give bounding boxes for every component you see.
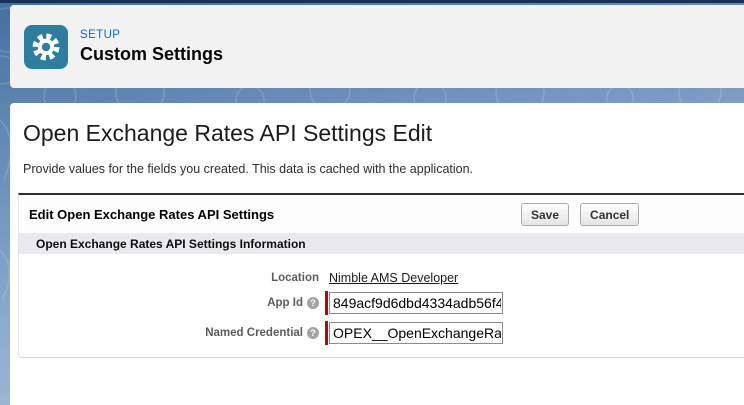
form-title: Edit Open Exchange Rates API Settings <box>29 207 274 222</box>
field-row-named-credential: Named Credential ? <box>19 321 744 345</box>
section-header: Open Exchange Rates API Settings Informa… <box>19 233 744 254</box>
top-accent-bar <box>0 0 744 3</box>
gear-icon <box>32 33 60 61</box>
custom-settings-icon-tile <box>24 25 68 69</box>
setup-header: SETUP Custom Settings <box>10 5 744 88</box>
required-indicator <box>325 321 328 345</box>
edit-form-block: Edit Open Exchange Rates API Settings Sa… <box>18 193 744 358</box>
required-indicator <box>325 291 328 315</box>
form-buttons: Save Cancel <box>521 203 639 226</box>
setup-title: Custom Settings <box>80 44 223 65</box>
app-id-input[interactable] <box>329 292 503 314</box>
cancel-button[interactable]: Cancel <box>580 203 639 226</box>
named-credential-label: Named Credential ? <box>19 327 319 339</box>
page-description: Provide values for the fields you create… <box>23 162 744 176</box>
help-icon[interactable]: ? <box>307 327 319 339</box>
location-label: Location <box>19 272 319 284</box>
save-button[interactable]: Save <box>521 203 569 226</box>
content-card: Open Exchange Rates API Settings Edit Pr… <box>10 103 744 405</box>
field-row-location: Location Nimble AMS Developer <box>19 271 744 285</box>
form-body: Location Nimble AMS Developer App Id ? <box>19 254 744 357</box>
field-row-app-id: App Id ? <box>19 291 744 315</box>
named-credential-input[interactable] <box>329 322 503 344</box>
page-title: Open Exchange Rates API Settings Edit <box>23 120 744 147</box>
location-value-link[interactable]: Nimble AMS Developer <box>325 271 458 285</box>
app-id-label: App Id ? <box>19 297 319 309</box>
form-header: Edit Open Exchange Rates API Settings Sa… <box>19 195 744 233</box>
section-title: Open Exchange Rates API Settings Informa… <box>36 237 306 251</box>
setup-eyebrow: SETUP <box>80 29 223 41</box>
help-icon[interactable]: ? <box>307 297 319 309</box>
